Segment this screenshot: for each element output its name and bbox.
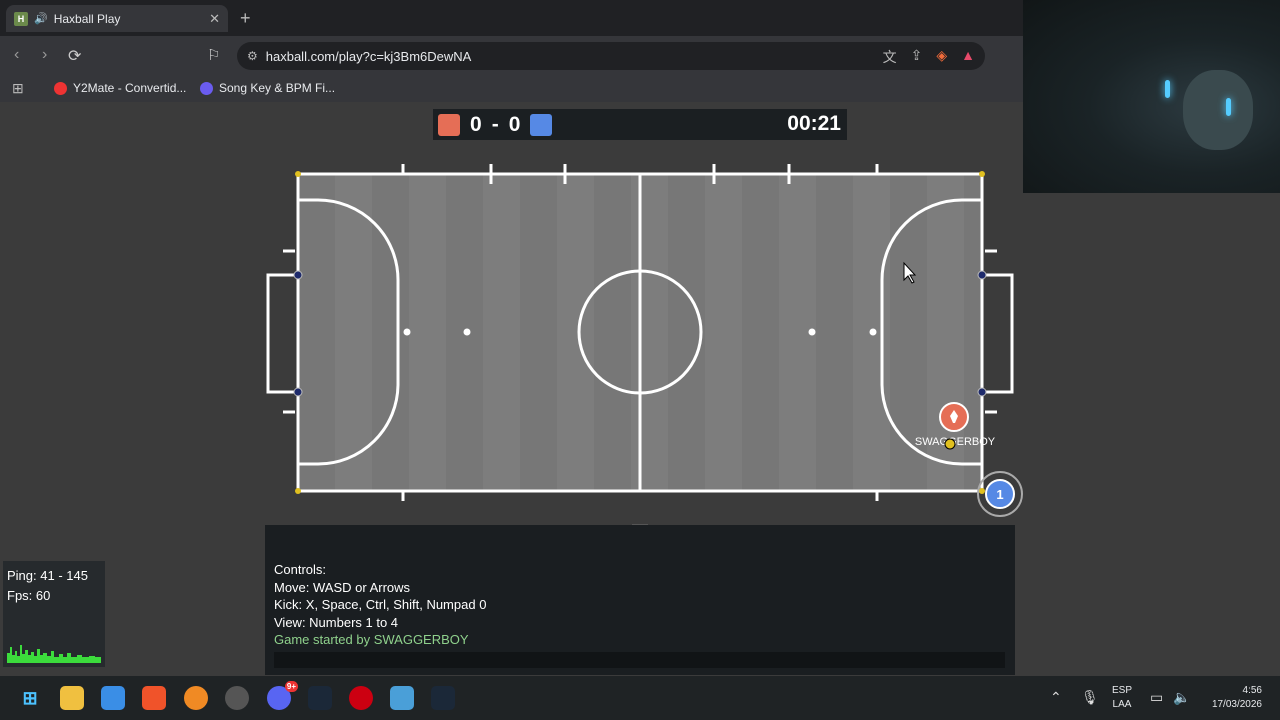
reload-icon[interactable]: ⟳ — [68, 46, 81, 66]
lang-top: ESP — [1112, 685, 1133, 696]
language-indicator[interactable]: ESP LAA — [1112, 684, 1132, 712]
fps-text: Fps: 60 — [7, 587, 51, 603]
address-bar[interactable]: ⚙ haxball.com/play?c=kj3Bm6DewNA 文 ⇪ ◈ ▲ — [237, 42, 985, 70]
discord-badge: 9+ — [284, 681, 298, 692]
y2mate-icon — [54, 81, 67, 95]
apps-grid-icon[interactable]: ⊞ — [12, 80, 24, 97]
speaker-icon[interactable]: 🔊 — [34, 12, 48, 25]
brave-shield-icon[interactable]: ◈ — [936, 47, 947, 67]
chat-line: Controls: — [274, 562, 327, 577]
url-text: haxball.com/play?c=kj3Bm6DewNA — [265, 48, 472, 64]
browser-tab[interactable]: H 🔊 Haxball Play ✕ — [6, 5, 228, 32]
bookmarks-bar: ⊞ Y2Mate - Convertid... Song Key & BPM F… — [0, 76, 1024, 102]
bookmark-label: Y2Mate - Convertid... — [73, 81, 187, 95]
system-message: Game started by SWAGGERBOY — [274, 632, 469, 647]
tab-bar: H 🔊 Haxball Play ✕ + — [0, 0, 1024, 36]
bookmark-label: Song Key & BPM Fi... — [219, 81, 336, 95]
site-info-icon[interactable]: ⚙ — [247, 49, 258, 63]
show-hidden-icons-icon[interactable]: ⌃ — [1050, 689, 1062, 706]
chat-input[interactable] — [274, 652, 1005, 668]
bookmark-icon[interactable]: ⚐ — [207, 46, 220, 64]
discord-icon[interactable]: 9+ — [267, 681, 298, 710]
fl-studio-icon[interactable] — [184, 686, 208, 710]
bookmark-y2mate[interactable]: Y2Mate - Convertid... — [54, 81, 186, 95]
photos-icon[interactable] — [390, 686, 414, 710]
file-explorer-icon[interactable] — [60, 686, 84, 710]
steam-app-icon[interactable] — [431, 686, 455, 710]
brave-rewards-icon[interactable]: ▲ — [961, 47, 975, 67]
clock[interactable]: 4:56 17/03/2026 — [1200, 684, 1262, 712]
game-field[interactable]: SWAGGERBOY 1 — [0, 102, 1280, 522]
new-tab-button[interactable]: + — [240, 8, 251, 29]
fps-graph — [7, 645, 101, 663]
stats-panel: Ping: 41 - 145 Fps: 60 — [3, 561, 105, 667]
forward-icon[interactable]: › — [42, 46, 47, 64]
clock-date: 17/03/2026 — [1211, 699, 1262, 710]
blue-player-number: 1 — [996, 487, 1003, 502]
close-tab-icon[interactable]: ✕ — [209, 11, 220, 27]
chat-line: View: Numbers 1 to 4 — [274, 614, 399, 630]
taskbar: ⊞ 9+ ⌃ 🎙 ESP LAA ▭ 🔈 4:56 17/03/2026 — [0, 676, 1280, 720]
network-icon[interactable]: ▭ — [1150, 689, 1163, 706]
back-icon[interactable]: ‹ — [14, 46, 19, 64]
ball — [944, 438, 956, 450]
brave-icon[interactable] — [142, 686, 166, 710]
steam-icon[interactable] — [308, 686, 332, 710]
clock-time: 4:56 — [1242, 685, 1262, 696]
obs-icon[interactable] — [225, 686, 249, 710]
tab-title: Haxball Play — [53, 11, 121, 26]
microphone-icon[interactable]: 🎙 — [1081, 689, 1099, 706]
volume-icon[interactable]: 🔈 — [1173, 689, 1190, 706]
songkey-icon — [200, 81, 213, 95]
chat-line: Move: WASD or Arrows — [274, 579, 411, 595]
chat-line: Kick: X, Space, Ctrl, Shift, Numpad 0 — [274, 597, 487, 612]
windows-start-icon[interactable]: ⊞ — [18, 686, 42, 710]
gaming-app-icon[interactable] — [349, 686, 373, 710]
store-icon[interactable] — [101, 686, 125, 710]
bookmark-songkey[interactable]: Song Key & BPM Fi... — [200, 81, 335, 95]
ping-text: Ping: 41 - 145 — [7, 568, 88, 583]
translate-icon[interactable]: 文 — [883, 47, 897, 67]
share-icon[interactable]: ⇪ — [911, 47, 923, 67]
browser-toolbar: ‹ › ⟳ ⚐ ⚙ haxball.com/play?c=kj3Bm6DewNA… — [0, 36, 1024, 76]
player-name-label: SWAGGERBOY — [915, 436, 996, 448]
haxball-favicon-icon: H — [14, 11, 28, 26]
lang-bottom: LAA — [1112, 699, 1132, 710]
chat-panel: Controls: Move: WASD or Arrows Kick: X, … — [265, 525, 1015, 675]
